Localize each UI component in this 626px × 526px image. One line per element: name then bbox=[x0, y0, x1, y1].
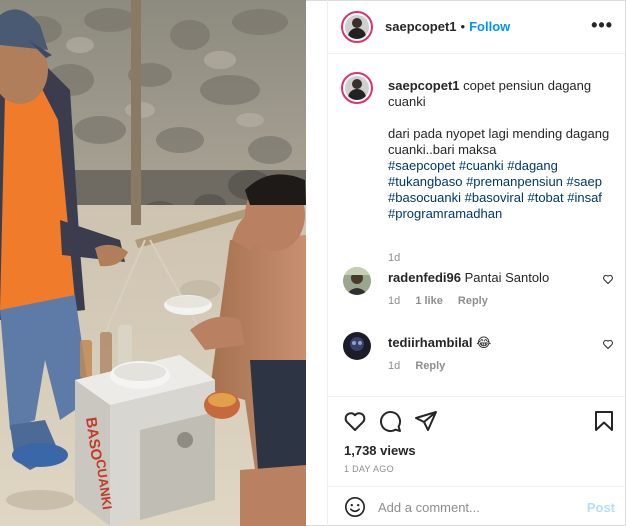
follow-button[interactable]: Follow bbox=[469, 19, 510, 34]
header-separator: • bbox=[460, 19, 466, 34]
author-avatar[interactable] bbox=[341, 10, 373, 43]
author-username[interactable]: saepcopet1 bbox=[385, 19, 457, 34]
post-header: saepcopet1 • Follow ••• bbox=[328, 0, 626, 54]
caption-hashtags[interactable]: #saepcopet #cuanki #dagang #tukangbaso #… bbox=[388, 158, 602, 221]
reply-button[interactable]: Reply bbox=[458, 295, 488, 307]
heart-icon[interactable] bbox=[602, 273, 614, 285]
heart-icon[interactable] bbox=[343, 409, 367, 433]
comment-text: 😂 bbox=[476, 335, 492, 350]
caption-avatar[interactable] bbox=[341, 72, 373, 104]
bookmark-icon[interactable] bbox=[592, 409, 616, 433]
comment-text: Pantai Santolo bbox=[464, 270, 550, 285]
post-video[interactable]: BASO CUANKI bbox=[0, 0, 306, 526]
video-frame-illustration: BASO CUANKI bbox=[0, 0, 306, 526]
comment-time: 1d bbox=[388, 295, 401, 307]
comments-list[interactable]: saepcopet1 copet pensiun dagang cuanki d… bbox=[328, 55, 626, 396]
post-timestamp[interactable]: 1 DAY AGO bbox=[344, 464, 394, 474]
add-comment-bar: Post bbox=[328, 486, 626, 526]
comment-time: 1d bbox=[388, 360, 401, 372]
comment-meta: 1d 1 like Reply bbox=[388, 295, 500, 307]
caption-username[interactable]: saepcopet1 bbox=[388, 78, 460, 93]
comment-input[interactable] bbox=[378, 495, 578, 519]
caption-text: saepcopet1 copet pensiun dagang cuanki d… bbox=[388, 78, 613, 222]
smiley-icon[interactable] bbox=[344, 496, 366, 518]
heart-icon[interactable] bbox=[602, 338, 614, 350]
commenter-avatar[interactable] bbox=[343, 332, 371, 360]
caption-time: 1d bbox=[388, 252, 401, 264]
commenter-avatar[interactable] bbox=[343, 267, 371, 295]
view-count[interactable]: 1,738 views bbox=[344, 443, 416, 458]
comment-body: tediirhambilal 😂 bbox=[388, 335, 588, 351]
post-comment-button[interactable]: Post bbox=[587, 500, 615, 515]
more-options-icon[interactable]: ••• bbox=[591, 16, 613, 34]
share-icon[interactable] bbox=[414, 409, 438, 433]
comment-body: radenfedi96 Pantai Santolo bbox=[388, 270, 588, 286]
comment-meta: 1d Reply bbox=[388, 360, 457, 372]
commenter-username[interactable]: tediirhambilal bbox=[388, 335, 473, 350]
reply-button[interactable]: Reply bbox=[415, 360, 445, 372]
comment-likes[interactable]: 1 like bbox=[415, 295, 443, 307]
post-side-panel: saepcopet1 • Follow ••• saepcopet1 copet… bbox=[327, 0, 626, 526]
commenter-username[interactable]: radenfedi96 bbox=[388, 270, 461, 285]
caption-body: dari pada nyopet lagi mending dagang cua… bbox=[388, 126, 610, 157]
comment-icon[interactable] bbox=[378, 409, 402, 433]
post-actions: 1,738 views 1 DAY AGO bbox=[328, 396, 626, 484]
